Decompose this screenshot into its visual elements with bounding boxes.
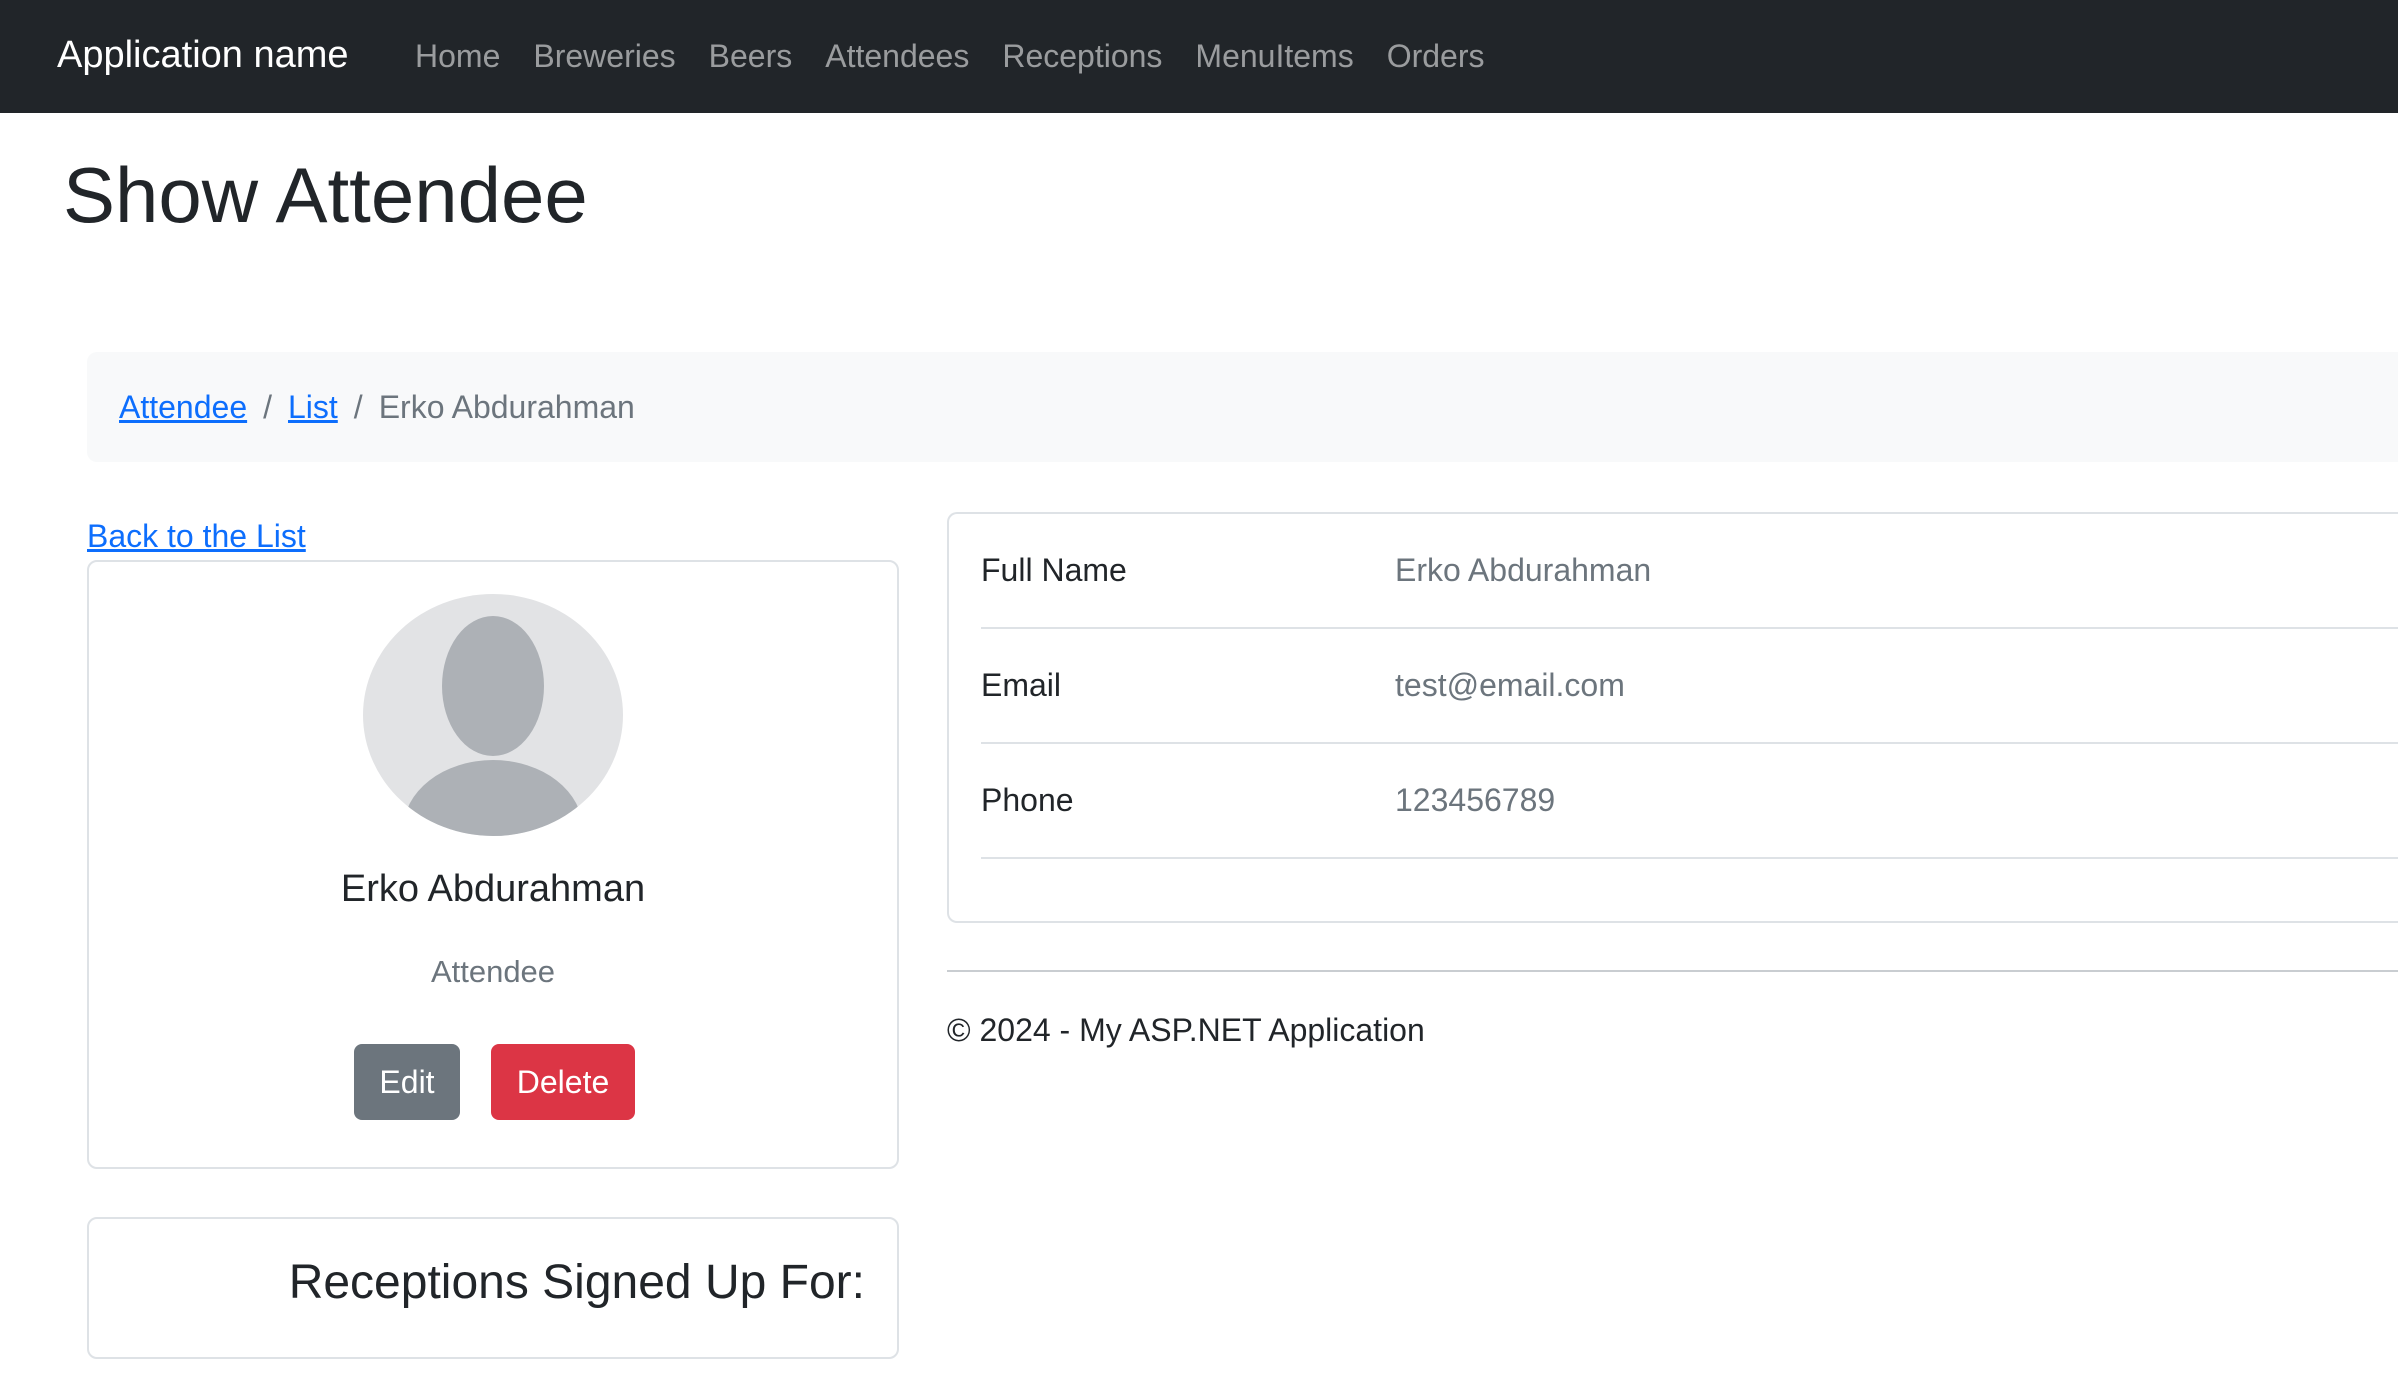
avatar-head-shape [442, 616, 544, 756]
delete-button[interactable]: Delete [491, 1044, 635, 1120]
nav-item-breweries[interactable]: Breweries [533, 38, 675, 75]
nav-item-home[interactable]: Home [415, 38, 500, 75]
profile-role: Attendee [430, 954, 556, 989]
details-card: Full Name Erko Abdurahman Email test@ema… [947, 512, 2398, 923]
breadcrumb-separator: / [353, 388, 363, 425]
nav-item-orders[interactable]: Orders [1387, 38, 1485, 75]
top-navbar: Application name Home Breweries Beers At… [0, 0, 2398, 113]
nav-item-attendees[interactable]: Attendees [825, 38, 969, 75]
footer-copyright: © 2024 - My ASP.NET Application [947, 1012, 1425, 1048]
nav-item-menuitems[interactable]: MenuItems [1195, 38, 1353, 75]
nav-item-beers[interactable]: Beers [709, 38, 793, 75]
detail-label: Phone [981, 782, 1074, 818]
page-title: Show Attendee [63, 151, 588, 239]
avatar-body-shape [403, 760, 583, 836]
edit-button[interactable]: Edit [354, 1044, 460, 1120]
detail-row-phone: Phone 123456789 [981, 744, 2398, 859]
detail-label: Email [981, 667, 1062, 703]
detail-label: Full Name [981, 552, 1127, 588]
receptions-card: Receptions Signed Up For: [87, 1217, 899, 1359]
breadcrumb-separator: / [263, 388, 272, 425]
detail-value: Erko Abdurahman [1395, 552, 1652, 588]
back-to-list-link[interactable]: Back to the List [87, 518, 306, 555]
profile-card: Erko Abdurahman Attendee Edit Delete [87, 560, 899, 1169]
profile-name: Erko Abdurahman [340, 868, 646, 910]
user-avatar-icon [363, 594, 623, 836]
breadcrumb-list-link[interactable]: List [288, 389, 338, 426]
breadcrumb-current: Erko Abdurahman [378, 388, 635, 425]
breadcrumb-attendee-link[interactable]: Attendee [119, 389, 247, 426]
nav-item-receptions[interactable]: Receptions [1002, 38, 1162, 75]
brand-link[interactable]: Application name [57, 34, 349, 77]
receptions-title: Receptions Signed Up For: [288, 1256, 865, 1309]
detail-row-full-name: Full Name Erko Abdurahman [981, 514, 2398, 629]
breadcrumb: Attendee / List / Erko Abdurahman [87, 352, 2398, 462]
footer-divider [947, 970, 2398, 972]
detail-value: test@email.com [1395, 667, 1625, 703]
detail-value: 123456789 [1395, 782, 1556, 818]
detail-row-email: Email test@email.com [981, 629, 2398, 744]
nav-menu: Home Breweries Beers Attendees Reception… [415, 38, 1518, 75]
